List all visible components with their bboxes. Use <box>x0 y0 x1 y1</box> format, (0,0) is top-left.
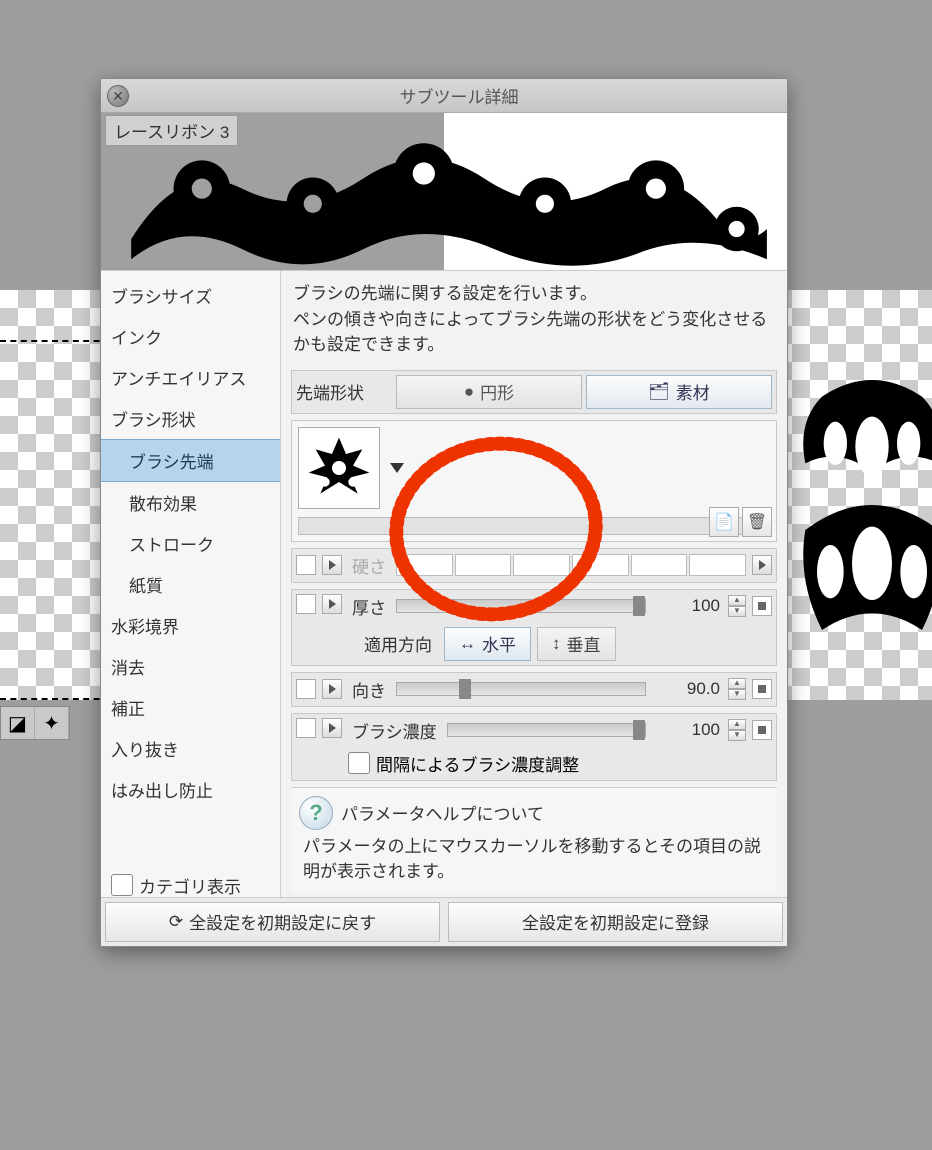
direction-show-toggle[interactable] <box>296 679 316 699</box>
density-show-toggle[interactable] <box>296 718 316 738</box>
direction-row: 向き 90.0 ▲▼ <box>291 672 777 707</box>
density-slider[interactable] <box>447 723 646 737</box>
cat-correction[interactable]: 補正 <box>101 687 280 728</box>
vert-icon: ↕ <box>552 634 561 654</box>
cat-ink[interactable]: インク <box>101 316 280 357</box>
thickness-slider[interactable] <box>396 599 646 613</box>
hardness-row: 硬さ <box>291 548 777 583</box>
cat-paper[interactable]: 紙質 <box>101 564 280 605</box>
hardness-dynamics[interactable] <box>752 555 772 575</box>
apply-direction-label: 適用方向 <box>348 631 438 656</box>
thickness-dynamics[interactable] <box>752 596 772 616</box>
thickness-label: 厚さ <box>348 594 390 619</box>
hardness-show-toggle[interactable] <box>296 555 316 575</box>
direction-horizontal-button[interactable]: ↔ 水平 <box>444 627 531 661</box>
delete-material-button[interactable]: 🗑 <box>742 507 772 537</box>
close-button[interactable]: ✕ <box>107 85 129 107</box>
tip-shape-row: 先端形状 ● 円形 🗂 素材 <box>291 370 777 414</box>
hardness-expand[interactable] <box>322 555 342 575</box>
reset-icon: ⟳ <box>169 912 183 932</box>
cat-antialias[interactable]: アンチエイリアス <box>101 357 280 398</box>
settings-pane: ブラシの先端に関する設定を行います。 ペンの傾きや向きによってブラシ先端の形状を… <box>281 271 787 897</box>
selection-marquee <box>0 340 110 700</box>
cat-brush-shape[interactable]: ブラシ形状 <box>101 398 280 439</box>
cat-watercolor-edge[interactable]: 水彩境界 <box>101 605 280 646</box>
tip-shape-label: 先端形状 <box>296 379 392 404</box>
direction-dynamics[interactable] <box>752 679 772 699</box>
thumbnail-scrollbar[interactable] <box>298 517 770 535</box>
direction-vertical-button[interactable]: ↕ 垂直 <box>537 627 616 661</box>
category-show-label: カテゴリ表示 <box>139 873 241 898</box>
density-expand[interactable] <box>322 718 342 738</box>
add-material-button[interactable]: 📄 <box>709 507 739 537</box>
category-show-row[interactable]: カテゴリ表示 <box>111 873 241 898</box>
tip-shape-circle-button[interactable]: ● 円形 <box>396 375 582 409</box>
material-icon: 🗂 <box>648 382 670 402</box>
direction-slider[interactable] <box>396 682 646 696</box>
thickness-row: 厚さ 100 ▲▼ 適用方向 ↔ 水平 <box>291 589 777 666</box>
density-gap-checkbox[interactable] <box>348 752 370 774</box>
canvas-lace-art <box>772 380 932 680</box>
thickness-expand[interactable] <box>322 594 342 614</box>
circle-icon: ● <box>464 382 474 402</box>
brush-preview: レースリボン 3 <box>101 113 787 271</box>
help-title: パラメータヘルプについて <box>341 800 544 825</box>
direction-spinner[interactable]: ▲▼ <box>728 678 746 700</box>
cat-brush-size[interactable]: ブラシサイズ <box>101 275 280 316</box>
cat-scatter[interactable]: 散布効果 <box>101 482 280 523</box>
dialog-footer: ⟳ 全設定を初期設定に戻す 全設定を初期設定に登録 <box>101 897 787 946</box>
direction-label: 向き <box>348 677 390 702</box>
density-row: ブラシ濃度 100 ▲▼ 間隔によるブラシ濃度調整 <box>291 713 777 781</box>
cat-stroke[interactable]: ストローク <box>101 523 280 564</box>
density-gap-label: 間隔によるブラシ濃度調整 <box>376 751 579 776</box>
window-title: サブツール詳細 <box>137 83 781 108</box>
category-sidebar: ブラシサイズ インク アンチエイリアス ブラシ形状 ブラシ先端 散布効果 ストロ… <box>101 271 281 897</box>
density-label: ブラシ濃度 <box>348 718 441 743</box>
subtool-detail-dialog: ✕ サブツール詳細 レースリボン 3 <box>100 78 788 947</box>
reset-all-button[interactable]: ⟳ 全設定を初期設定に戻す <box>105 902 440 942</box>
tool-icon-1[interactable]: ◪ <box>1 707 35 739</box>
hardness-segments[interactable] <box>396 554 746 576</box>
material-thumbnail-box: 📄 🗑 <box>291 420 777 542</box>
density-spinner[interactable]: ▲▼ <box>728 719 746 741</box>
tip-shape-material-button[interactable]: 🗂 素材 <box>586 375 772 409</box>
brush-tip-thumbnail[interactable] <box>298 427 380 509</box>
thickness-show-toggle[interactable] <box>296 594 316 614</box>
cat-erase[interactable]: 消去 <box>101 646 280 687</box>
help-body: パラメータの上にマウスカーソルを移動するとその項目の説明が表示されます。 <box>299 834 769 885</box>
lace-tip-icon <box>304 433 374 503</box>
horiz-icon: ↔ <box>459 634 476 654</box>
direction-value[interactable]: 90.0 <box>652 679 722 699</box>
thickness-value[interactable]: 100 <box>652 596 722 616</box>
register-all-button[interactable]: 全設定を初期設定に登録 <box>448 902 783 942</box>
direction-expand[interactable] <box>322 679 342 699</box>
density-dynamics[interactable] <box>752 720 772 740</box>
thumbnail-menu-icon[interactable] <box>390 463 404 473</box>
cat-overflow-prevent[interactable]: はみ出し防止 <box>101 769 280 810</box>
brush-stroke-preview <box>111 118 777 269</box>
help-icon: ? <box>299 796 333 830</box>
tool-icon-2[interactable]: ✦ <box>35 707 69 739</box>
cat-brush-tip[interactable]: ブラシ先端 <box>101 439 280 482</box>
category-show-checkbox[interactable] <box>111 874 133 896</box>
description: ブラシの先端に関する設定を行います。 ペンの傾きや向きによってブラシ先端の形状を… <box>291 279 777 364</box>
cat-inout[interactable]: 入り抜き <box>101 728 280 769</box>
density-value[interactable]: 100 <box>652 720 722 740</box>
hardness-label: 硬さ <box>348 553 390 578</box>
titlebar[interactable]: ✕ サブツール詳細 <box>101 79 787 113</box>
thickness-spinner[interactable]: ▲▼ <box>728 595 746 617</box>
help-panel: ? パラメータヘルプについて パラメータの上にマウスカーソルを移動するとその項目… <box>291 787 777 893</box>
canvas-mini-toolbar: ◪ ✦ <box>0 706 70 740</box>
